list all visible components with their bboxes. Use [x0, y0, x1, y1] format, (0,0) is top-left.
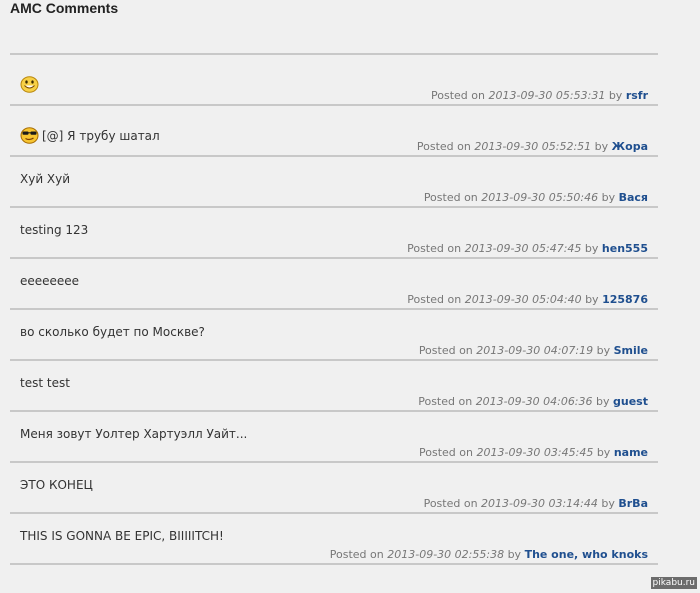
comment-meta: Posted on 2013-09-30 04:07:19 by Smile	[419, 344, 648, 357]
comment-text: testing 123	[20, 223, 88, 237]
comment-item: [@] Я трубу шатал Posted on 2013-09-30 05…	[10, 106, 658, 157]
comment-date: 2013-09-30 04:07:19	[476, 344, 594, 357]
watermark: pikabu.ru	[650, 577, 697, 589]
comment-text: Меня зовут Уолтер Хартуэлл Уайт...	[20, 427, 247, 441]
page-title: AMC Comments	[10, 0, 119, 16]
comment-date: 2013-09-30 05:47:45	[464, 242, 582, 255]
comment-body: test test	[20, 376, 70, 390]
author-link[interactable]: 125876	[602, 293, 648, 306]
comment-text: ЭТО КОНЕЦ	[20, 478, 93, 492]
by-label: by	[596, 395, 610, 408]
author-link[interactable]: Smile	[614, 344, 648, 357]
by-label: by	[594, 140, 609, 153]
author-link[interactable]: Жора	[612, 140, 648, 153]
comment-date: 2013-09-30 05:53:31	[488, 89, 606, 102]
comment-item: Меня зовут Уолтер Хартуэлл Уайт... Posted…	[10, 412, 658, 463]
by-label: by	[585, 293, 599, 306]
comment-text: Хуй Хуй	[20, 172, 70, 186]
comment-body: THIS IS GONNA BE EPIC, BIIIIITCH!	[20, 529, 224, 543]
comment-meta: Posted on 2013-09-30 05:52:51 by Жора	[417, 140, 648, 153]
comment-meta: Posted on 2013-09-30 03:45:45 by name	[419, 446, 648, 459]
comment-item: testing 123 Posted on 2013-09-30 05:47:45…	[10, 208, 658, 259]
posted-on-label: Posted on	[423, 191, 478, 204]
comment-text: THIS IS GONNA BE EPIC, BIIIIITCH!	[20, 529, 224, 543]
comment-item: ЭТО КОНЕЦ Posted on 2013-09-30 03:14:44 b…	[10, 463, 658, 514]
sunglasses-smiley-icon	[20, 127, 39, 144]
author-link[interactable]: rsfr	[626, 89, 648, 102]
by-label: by	[596, 446, 611, 459]
by-label: by	[608, 89, 623, 102]
comment-body: ЭТО КОНЕЦ	[20, 478, 93, 492]
by-label: by	[601, 497, 615, 510]
comment-meta: Posted on 2013-09-30 05:04:40 by 125876	[407, 293, 648, 306]
comment-body: testing 123	[20, 223, 89, 237]
comment-body: во сколько будет по Москве?	[20, 325, 205, 339]
comment-meta: Posted on 2013-09-30 05:53:31 by rsfr	[431, 89, 648, 102]
comment-text	[20, 76, 39, 93]
by-label: by	[507, 548, 522, 561]
author-link[interactable]: Вася	[619, 191, 648, 204]
comment-date: 2013-09-30 05:52:51	[474, 140, 592, 153]
comment-body: eeeeeeee	[20, 274, 80, 288]
comment-date: 2013-09-30 05:50:46	[481, 191, 599, 204]
comment-meta: Posted on 2013-09-30 05:47:45 by hen555	[407, 242, 648, 255]
comment-text: test test	[20, 376, 70, 390]
comment-date: 2013-09-30 03:45:45	[476, 446, 594, 459]
by-label: by	[596, 344, 611, 357]
comment-date: 2013-09-30 04:06:36	[475, 395, 593, 408]
posted-on-label: Posted on	[407, 293, 462, 306]
author-link[interactable]: BrBa	[618, 497, 648, 510]
comment-text: [@] Я трубу шатал	[20, 127, 160, 144]
comment-body: Меня зовут Уолтер Хартуэлл Уайт...	[20, 427, 248, 441]
posted-on-label: Posted on	[416, 140, 471, 153]
comment-meta: Posted on 2013-09-30 02:55:38 by The one…	[330, 548, 648, 561]
comment-body: [@] Я трубу шатал	[42, 128, 160, 143]
comment-date: 2013-09-30 03:14:44	[481, 497, 598, 510]
posted-on-label: Posted on	[407, 242, 462, 255]
comment-item: eeeeeeee Posted on 2013-09-30 05:04:40 by…	[10, 259, 658, 310]
comment-item: THIS IS GONNA BE EPIC, BIIIIITCH! Posted …	[10, 514, 658, 565]
comment-item: test test Posted on 2013-09-30 04:06:36 b…	[10, 361, 658, 412]
posted-on-label: Posted on	[431, 89, 485, 102]
author-link[interactable]: name	[614, 446, 648, 459]
comment-text: во сколько будет по Москве?	[20, 325, 205, 339]
author-link[interactable]: hen555	[602, 242, 648, 255]
comment-meta: Posted on 2013-09-30 04:06:36 by guest	[418, 395, 648, 408]
by-label: by	[584, 242, 599, 255]
posted-on-label: Posted on	[419, 446, 473, 459]
posted-on-label: Posted on	[329, 548, 384, 561]
comment-meta: Posted on 2013-09-30 05:50:46 by Вася	[424, 191, 648, 204]
comment-item: Posted on 2013-09-30 05:53:31 by rsfr	[10, 55, 658, 106]
comment-date: 2013-09-30 05:04:40	[464, 293, 582, 306]
grin-smiley-icon	[20, 76, 39, 93]
comment-date: 2013-09-30 02:55:38	[387, 548, 505, 561]
comment-text: eeeeeeee	[20, 274, 79, 288]
by-label: by	[601, 191, 616, 204]
comment-item: во сколько будет по Москве? Posted on 201…	[10, 310, 658, 361]
comment-item: Хуй Хуй Posted on 2013-09-30 05:50:46 by …	[10, 157, 658, 208]
comment-meta: Posted on 2013-09-30 03:14:44 by BrBa	[424, 497, 648, 510]
posted-on-label: Posted on	[423, 497, 478, 510]
comment-body: Хуй Хуй	[20, 172, 71, 186]
posted-on-label: Posted on	[418, 395, 473, 408]
author-link[interactable]: The one, who knoks	[525, 548, 648, 561]
author-link[interactable]: guest	[613, 395, 648, 408]
posted-on-label: Posted on	[418, 344, 473, 357]
